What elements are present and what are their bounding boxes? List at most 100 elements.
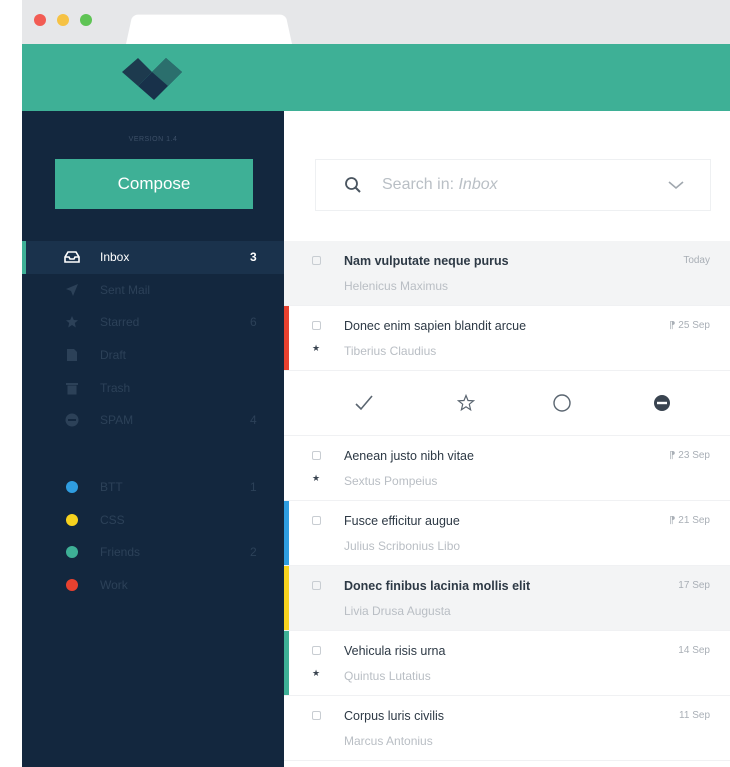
version-label: VERSION 1.4 [128,136,178,143]
mail-sender: Julius Scribonius Libo [344,539,461,553]
mail-actions-row [284,371,730,436]
star-icon[interactable]: ★ [312,343,320,354]
mail-sender: Helenicus Maximus [344,279,449,293]
select-checkbox[interactable] [312,256,321,265]
folder-count: 6 [250,315,257,330]
spam-icon [64,412,80,428]
sidebar: VERSION 1.4 Compose Inbox 3 Sent Mail St… [22,111,284,767]
label-accent-bar [284,501,289,565]
mail-row[interactable]: ★ Donec enim sapien blandit arcue Tiberi… [284,306,730,371]
block-icon[interactable] [650,391,674,415]
mail-sender: Marcus Antonius [344,734,433,748]
sidebar-item-label: Friends [100,545,141,560]
mail-subject: Donec finibus lacinia mollis elit [344,579,531,593]
mail-subject: Vehicula risis urna [344,644,446,658]
sidebar-item-label: Starred [100,315,140,330]
sidebar-item-label: CSS [100,512,125,527]
mail-subject: Nam vulputate neque purus [344,254,509,268]
label-nav: BTT 1 CSS Friends 2 Work [22,471,284,601]
label-color-icon [64,577,80,593]
sidebar-item-starred[interactable]: Starred 6 [22,306,284,339]
mail-row[interactable]: Corpus luris civilis Marcus Antonius 11 … [284,696,730,761]
trash-icon [64,380,80,396]
sidebar-item-draft[interactable]: Draft [22,339,284,372]
mail-row[interactable]: ★ Vehicula risis urna Quintus Lutatius 1… [284,631,730,696]
mail-subject: Aenean justo nibh vitae [344,449,474,463]
label-color-icon [64,544,80,560]
search-icon [345,177,361,193]
browser-chrome [22,0,730,45]
sidebar-item-label: SPAM [100,413,134,428]
sidebar-item-label: BTT [100,480,123,495]
folder-count: 4 [250,413,257,428]
sidebar-label-work[interactable]: Work [22,569,284,602]
sidebar-item-spam[interactable]: SPAM 4 [22,404,284,437]
sidebar-item-sent-mail[interactable]: Sent Mail [22,274,284,307]
label-color-icon [64,479,80,495]
label-count: 1 [250,480,257,495]
mail-sender: Tiberius Claudius [344,344,437,358]
select-checkbox[interactable] [312,711,321,720]
browser-tab[interactable] [126,14,292,45]
search-placeholder: Search in: Inbox [382,176,498,193]
sidebar-item-label: Trash [100,380,131,395]
label-accent-bar [284,306,289,370]
mail-sender: Quintus Lutatius [344,669,431,683]
select-checkbox[interactable] [312,451,321,460]
label-accent-bar [284,631,289,695]
draft-icon [64,347,80,363]
select-checkbox[interactable] [312,321,321,330]
mail-subject: Fusce efficitur augue [344,514,460,528]
circle-icon[interactable] [550,391,574,415]
logo-icon [122,58,182,100]
mail-date: ⁋ 25 Sep [669,320,710,331]
check-icon[interactable] [352,391,376,415]
folder-nav: Inbox 3 Sent Mail Starred 6 Draft Trash … [22,241,284,437]
mail-list: Nam vulputate neque purus Helenicus Maxi… [284,241,730,761]
close-window-button[interactable] [34,14,46,26]
mail-date: 17 Sep [678,580,710,591]
sidebar-item-label: Work [100,578,128,593]
chevron-down-icon[interactable] [666,178,686,192]
unread-count: 3 [250,250,257,265]
select-checkbox[interactable] [312,516,321,525]
label-color-icon [64,512,80,528]
star-outline-icon[interactable] [454,391,478,415]
star-icon [64,314,80,330]
sidebar-item-trash[interactable]: Trash [22,371,284,404]
app-header [22,44,730,111]
attachment-icon: ⁋ [669,515,679,526]
mail-row[interactable]: Nam vulputate neque purus Helenicus Maxi… [284,241,730,306]
select-checkbox[interactable] [312,581,321,590]
mail-date: ⁋ 21 Sep [669,515,710,526]
sidebar-item-label: Draft [100,348,127,363]
mail-row[interactable]: Fusce efficitur augue Julius Scribonius … [284,501,730,566]
sidebar-label-friends[interactable]: Friends 2 [22,536,284,569]
sidebar-item-label: Sent Mail [100,282,151,297]
mail-date: 11 Sep [679,710,710,721]
mail-row[interactable]: Donec finibus lacinia mollis elit Livia … [284,566,730,631]
mail-main: Search in: Inbox Nam vulputate neque pur… [284,111,730,767]
inbox-icon [64,249,80,265]
sidebar-label-btt[interactable]: BTT 1 [22,471,284,504]
star-icon[interactable]: ★ [312,668,320,679]
label-accent-bar [284,566,289,630]
minimize-window-button[interactable] [57,14,69,26]
attachment-icon: ⁋ [669,320,679,331]
search-input[interactable]: Search in: Inbox [315,159,711,211]
mail-sender: Sextus Pompeius [344,474,438,488]
select-checkbox[interactable] [312,646,321,655]
sidebar-label-css[interactable]: CSS [22,504,284,537]
send-icon [64,282,80,298]
mail-subject: Corpus luris civilis [344,709,445,723]
compose-button[interactable]: Compose [55,159,253,209]
mail-subject: Donec enim sapien blandit arcue [344,319,527,333]
attachment-icon: ⁋ [669,450,679,461]
maximize-window-button[interactable] [80,14,92,26]
sidebar-item-inbox[interactable]: Inbox 3 [22,241,284,274]
mail-sender: Livia Drusa Augusta [344,604,451,618]
star-icon[interactable]: ★ [312,473,320,484]
mail-row[interactable]: ★ Aenean justo nibh vitae Sextus Pompeiu… [284,436,730,501]
sidebar-item-label: Inbox [100,250,130,265]
mail-date: 14 Sep [678,645,710,656]
